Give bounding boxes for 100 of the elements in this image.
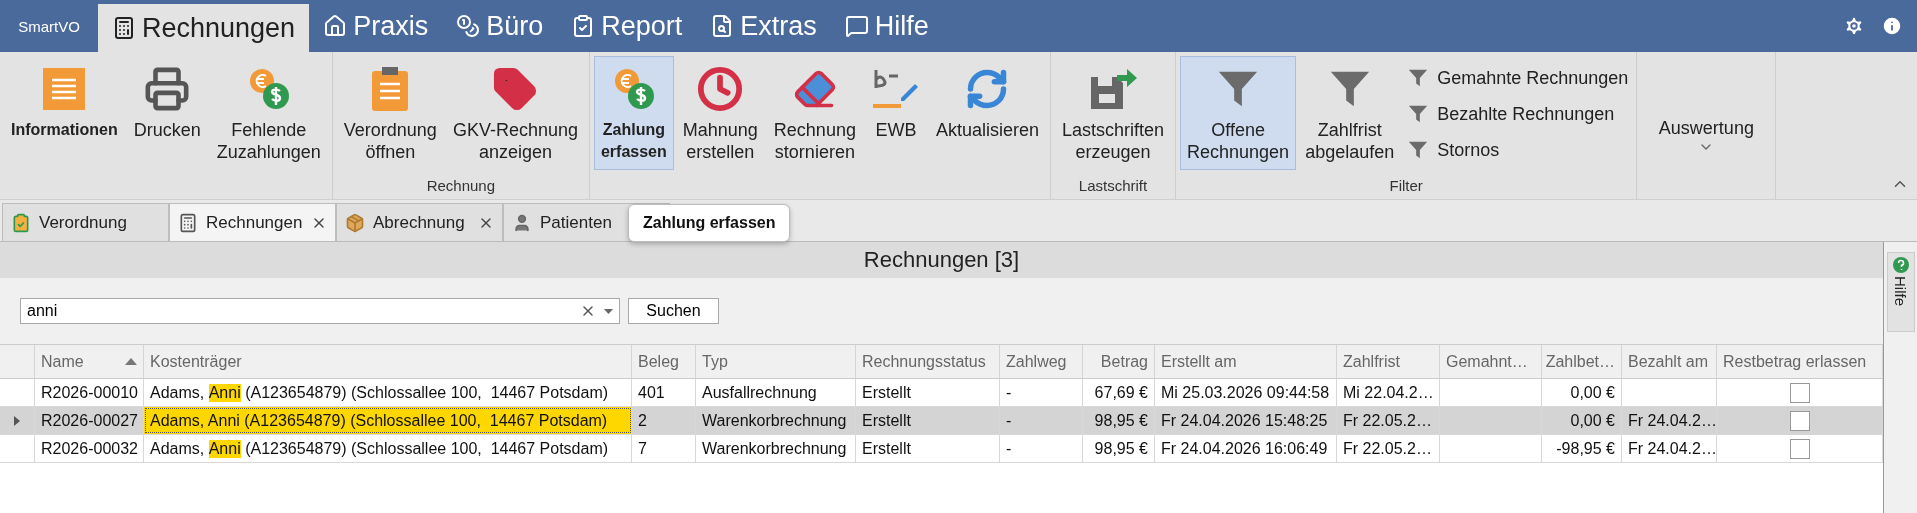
table-cell: 7 (632, 435, 696, 462)
ribbon-icon (41, 66, 88, 112)
ribbon-button[interactable]: EWB (864, 56, 927, 170)
speech-bubble-icon (844, 14, 869, 38)
app-menu-button[interactable]: SmartVO (0, 0, 98, 52)
tab-label: Verordnung (39, 212, 127, 233)
document-tab[interactable]: Rechnungen (169, 203, 336, 241)
table-cell: Fr 24.04.2… (1622, 407, 1717, 434)
table-row[interactable]: R2026-00027 Adams, Anni (A123654879) (Schlossallee 100, 14467 Potsdam) 2 Warenkorbrechnung Erstellt - 98,95 € Fr 24.04.2026 15:48:25 Fr 22.05.2… 0,00 € Fr 24.04.2… (0, 407, 1883, 435)
column-header[interactable]: Name (35, 345, 144, 378)
ribbon-button[interactable]: Offene Rechnungen (1180, 56, 1297, 170)
menu-tab[interactable]: Büro (442, 0, 558, 52)
column-header[interactable]: Zahlbet… (1542, 345, 1622, 378)
ribbon-button[interactable]: Verordnung öffnen (336, 56, 444, 170)
table-cell: 2 (632, 407, 696, 434)
calculator-icon (112, 16, 136, 40)
ribbon-icon (1089, 67, 1137, 111)
document-tab[interactable]: Abrechnung (336, 203, 503, 241)
table-cell: Mi 22.04.2… (1337, 379, 1440, 406)
filter-button[interactable]: Bezahlte Rechnungen (1403, 98, 1633, 130)
group-label: Lastschrift (1077, 177, 1149, 196)
checkbox[interactable] (1789, 438, 1810, 459)
ribbon-icon (492, 66, 539, 112)
ribbon-button[interactable]: Zahlfrist abgelaufen (1298, 56, 1402, 170)
table-cell: Fr 24.04.2026 16:06:49 (1155, 435, 1337, 462)
help-side-tab[interactable]: Hilfe (1886, 252, 1915, 332)
ribbon-button[interactable]: Zahlung erfassen (593, 56, 674, 170)
clipboard-check-icon (11, 212, 31, 233)
column-header[interactable]: Typ (696, 345, 856, 378)
column-header[interactable]: Zahlfrist (1337, 345, 1440, 378)
boxes-icon (345, 212, 365, 233)
menu-tab[interactable]: Rechnungen (98, 4, 310, 52)
table-cell: Warenkorbrechnung (696, 407, 856, 434)
checkbox[interactable] (1789, 382, 1810, 403)
column-header[interactable]: Rechnungsstatus (856, 345, 1000, 378)
ribbon-button[interactable]: Informationen (4, 56, 125, 170)
menu-tab[interactable]: Praxis (309, 0, 443, 52)
house-icon (323, 14, 348, 38)
filter-button[interactable]: Stornos (1403, 134, 1633, 166)
settings-icon[interactable] (1843, 15, 1865, 37)
checkbox[interactable] (1789, 410, 1810, 431)
table-cell: 98,95 € (1083, 407, 1155, 434)
ribbon-button[interactable]: Drucken (126, 56, 208, 170)
table-cell: Fr 22.05.2… (1337, 435, 1440, 462)
column-header[interactable]: Restbetrag erlassen (1717, 345, 1883, 378)
person-icon (512, 212, 532, 233)
column-header[interactable]: Beleg (632, 345, 696, 378)
table-cell: Fr 22.05.2… (1337, 407, 1440, 434)
tab-label: Rechnungen (206, 212, 303, 233)
table-cell: - (1000, 407, 1083, 434)
table-cell: 0,00 € (1542, 379, 1622, 406)
table-row[interactable]: R2026-00032 Adams, Anni (A123654879) (Schlossallee 100, 14467 Potsdam) 7 Warenkorbrechnung Erstellt - 98,95 € Fr 24.04.2026 16:06:49 Fr 22.05.2… -98,95 € Fr 24.04.2… (0, 435, 1883, 463)
ribbon-button[interactable]: Mahnung erstellen (675, 56, 765, 170)
column-header[interactable]: Betrag (1083, 345, 1155, 378)
menu-tab[interactable]: Report (557, 0, 697, 52)
table-cell: Adams, Anni (A123654879) (Schlossallee 100, 14467 Potsdam) (144, 379, 632, 406)
table-cell: 67,69 € (1083, 379, 1155, 406)
table-cell: Fr 24.04.2026 15:48:25 (1155, 407, 1337, 434)
table-cell: 0,00 € (1542, 407, 1622, 434)
column-header[interactable]: Zahlweg (1000, 345, 1083, 378)
ribbon-button[interactable]: GKV-Rechnung anzeigen (445, 56, 585, 170)
ribbon-icon (697, 66, 744, 112)
table-cell: 98,95 € (1083, 435, 1155, 462)
dropdown-button[interactable]: Auswertung (1641, 56, 1772, 170)
tooltip: Zahlung erfassen (628, 204, 791, 242)
ribbon-button[interactable]: Lastschriften erzeugen (1055, 56, 1172, 170)
table-cell: 401 (632, 379, 696, 406)
menu-tab[interactable]: Extras (696, 0, 831, 52)
ribbon-button[interactable]: Fehlende Zuzahlungen (209, 56, 328, 170)
table-cell: -98,95 € (1542, 435, 1622, 462)
tab-label: Abrechnung (373, 212, 465, 233)
column-header[interactable]: Bezahlt am (1622, 345, 1717, 378)
group-label: Filter (1388, 177, 1424, 196)
table-cell: R2026-00010 (35, 379, 144, 406)
caret-icon[interactable] (604, 308, 613, 314)
table-cell: - (1000, 435, 1083, 462)
ribbon-button[interactable]: Rechnung stornieren (766, 56, 863, 170)
search-field[interactable]: anni (20, 298, 620, 324)
column-header[interactable]: Erstellt am (1155, 345, 1337, 378)
info-icon[interactable] (1881, 15, 1903, 37)
table-cell: Adams, Anni (A123654879) (Schlossallee 100, 14467 Potsdam) (144, 435, 632, 462)
menu-tab[interactable]: Hilfe (830, 0, 943, 52)
column-header[interactable]: Gemahnt… (1440, 345, 1542, 378)
calculator-icon (178, 212, 198, 233)
table-cell: Warenkorbrechnung (696, 435, 856, 462)
search-button[interactable]: Suchen (628, 298, 719, 324)
column-header[interactable]: Kostenträger (144, 345, 632, 378)
table-cell: Erstellt (856, 407, 1000, 434)
filter-button[interactable]: Gemahnte Rechnungen (1403, 62, 1633, 94)
table-cell: Adams, Anni (A123654879) (Schlossallee 100, 14467 Potsdam) (144, 407, 632, 434)
table-cell: Erstellt (856, 435, 1000, 462)
tab-label: Patienten (540, 212, 612, 233)
help-icon (1892, 257, 1909, 273)
panel-title: Rechnungen [3] (0, 242, 1883, 278)
ribbon-icon (370, 66, 411, 112)
ribbon-button[interactable]: Aktualisieren (928, 56, 1046, 170)
document-tab[interactable]: Verordnung (2, 203, 169, 241)
table-row[interactable]: R2026-00010 Adams, Anni (A123654879) (Schlossallee 100, 14467 Potsdam) 401 Ausfallrechnung Erstellt - 67,69 € Mi 25.03.2026 09:44:58 Mi 22.04.2… 0,00 € (0, 379, 1883, 407)
table-cell: R2026-00032 (35, 435, 144, 462)
row-pointer-icon (14, 415, 20, 426)
